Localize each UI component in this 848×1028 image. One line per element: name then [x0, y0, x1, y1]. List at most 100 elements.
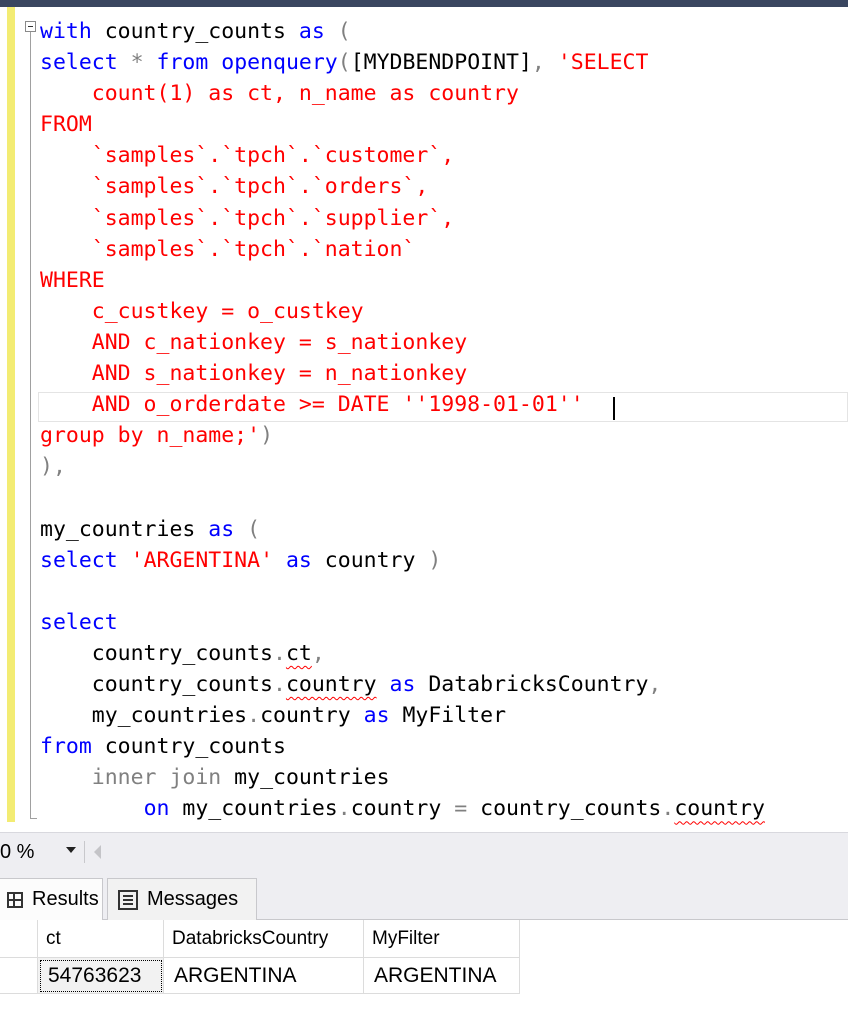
code-line[interactable]: select: [40, 607, 765, 638]
column-header[interactable]: DatabricksCountry: [164, 920, 364, 958]
code-token: `samples`.`tpch`.`orders`,: [40, 174, 429, 200]
code-token: country: [350, 796, 455, 822]
collapse-toggle-icon[interactable]: [25, 21, 36, 32]
code-token: as: [389, 671, 416, 697]
code-line[interactable]: `samples`.`tpch`.`nation`: [40, 234, 765, 265]
code-token: 'SELECT: [557, 50, 649, 76]
code-token-error: country: [285, 671, 377, 697]
code-token: FROM: [40, 112, 92, 138]
row-header[interactable]: [0, 958, 38, 994]
sql-code[interactable]: with country_counts as (select * from op…: [40, 16, 765, 824]
row-header-corner[interactable]: [0, 920, 38, 958]
code-token: `samples`.`tpch`.`nation`: [40, 236, 416, 262]
window-title-strip: [0, 0, 848, 7]
scroll-left-arrow-icon[interactable]: [94, 845, 101, 859]
table-cell[interactable]: ARGENTINA: [164, 958, 364, 994]
code-token: *: [117, 50, 157, 76]
code-token: .: [661, 796, 675, 822]
code-token: openquery: [221, 50, 338, 76]
code-token: inner join: [91, 765, 222, 791]
code-line[interactable]: `samples`.`tpch`.`supplier`,: [40, 203, 765, 234]
code-token: MyFilter: [389, 703, 507, 729]
code-token: select: [40, 609, 118, 635]
code-token: AND o_orderdate >= DATE ''1998-01-01'': [40, 392, 584, 418]
query-editor[interactable]: with country_counts as (select * from op…: [0, 7, 848, 832]
code-token: my_countries: [40, 516, 209, 542]
grid-icon: [7, 891, 23, 908]
zoom-bar: 0 %: [0, 832, 848, 871]
code-token: country_counts: [467, 796, 662, 822]
code-token: 'ARGENTINA': [130, 547, 274, 573]
tab-results[interactable]: Results: [0, 878, 103, 920]
code-line[interactable]: country_counts.country as DatabricksCoun…: [40, 669, 765, 700]
code-line[interactable]: group by n_name;'): [40, 420, 765, 451]
code-token: country_counts: [40, 671, 273, 697]
code-line[interactable]: AND c_nationkey = s_nationkey: [40, 327, 765, 358]
code-token: with: [40, 19, 92, 44]
code-line[interactable]: country_counts.ct,: [40, 638, 765, 669]
code-token-error: country: [674, 796, 765, 822]
code-token: from: [156, 50, 209, 76]
outline-bracket: [30, 29, 31, 819]
code-token-error: ct: [285, 640, 312, 666]
code-line[interactable]: ),: [40, 451, 765, 482]
code-token: my_countries: [169, 796, 338, 822]
code-token: .: [273, 671, 286, 697]
code-token: ,: [311, 640, 325, 666]
code-token: as: [298, 19, 325, 44]
column-header[interactable]: MyFilter: [364, 920, 520, 958]
code-token: .: [247, 703, 261, 729]
code-line[interactable]: from country_counts: [40, 731, 765, 762]
code-line[interactable]: [40, 576, 765, 607]
code-token: ,: [648, 671, 662, 697]
code-token: from: [40, 734, 92, 760]
code-token: c_custkey = o_custkey: [40, 298, 364, 324]
code-token: my_countries: [40, 703, 248, 729]
code-line[interactable]: with country_counts as (: [40, 16, 765, 47]
code-line[interactable]: my_countries.country as MyFilter: [40, 700, 765, 731]
code-line[interactable]: on my_countries.country = country_counts…: [40, 793, 765, 824]
code-token: group by n_name;': [40, 423, 261, 449]
code-line[interactable]: AND o_orderdate >= DATE ''1998-01-01'': [40, 389, 765, 420]
code-line[interactable]: WHERE: [40, 265, 765, 296]
table-cell[interactable]: ARGENTINA: [364, 958, 520, 994]
code-token: country_counts: [91, 734, 286, 760]
code-token: .: [337, 796, 351, 822]
code-line[interactable]: select * from openquery([MYDBENDPOINT], …: [40, 47, 765, 78]
column-header[interactable]: ct: [38, 920, 164, 958]
code-token: `samples`.`tpch`.`customer`,: [40, 143, 455, 169]
change-tracking-margin: [7, 7, 15, 822]
code-token: ): [260, 423, 274, 449]
code-line[interactable]: [40, 482, 765, 513]
code-line[interactable]: select 'ARGENTINA' as country ): [40, 545, 765, 576]
code-line[interactable]: my_countries as (: [40, 514, 765, 545]
code-token: country: [260, 703, 364, 729]
code-token: country: [311, 547, 429, 573]
code-token: WHERE: [40, 267, 105, 293]
code-line[interactable]: `samples`.`tpch`.`orders`,: [40, 171, 765, 202]
tab-messages-label: Messages: [147, 888, 239, 910]
code-line[interactable]: `samples`.`tpch`.`customer`,: [40, 140, 765, 171]
code-token: [MYDBENDPOINT]: [350, 50, 532, 76]
code-token: (: [337, 50, 351, 76]
code-token: ),: [40, 454, 66, 480]
code-token: select: [40, 50, 118, 76]
code-line[interactable]: AND s_nationkey = n_nationkey: [40, 358, 765, 389]
table-cell[interactable]: 54763623: [38, 958, 164, 994]
zoom-level[interactable]: 0 %: [0, 841, 34, 864]
code-line[interactable]: inner join my_countries: [40, 762, 765, 793]
code-line[interactable]: c_custkey = o_custkey: [40, 296, 765, 327]
chevron-down-icon[interactable]: [66, 847, 76, 853]
code-token: AND s_nationkey = n_nationkey: [40, 361, 468, 387]
code-line[interactable]: count(1) as ct, n_name as country: [40, 78, 765, 109]
text-caret: [613, 397, 615, 420]
tab-messages[interactable]: Messages: [107, 878, 257, 920]
code-token: select: [40, 547, 118, 573]
code-line[interactable]: FROM: [40, 109, 765, 140]
results-pane: Results Messages ct DatabricksCountry My…: [0, 870, 848, 1028]
